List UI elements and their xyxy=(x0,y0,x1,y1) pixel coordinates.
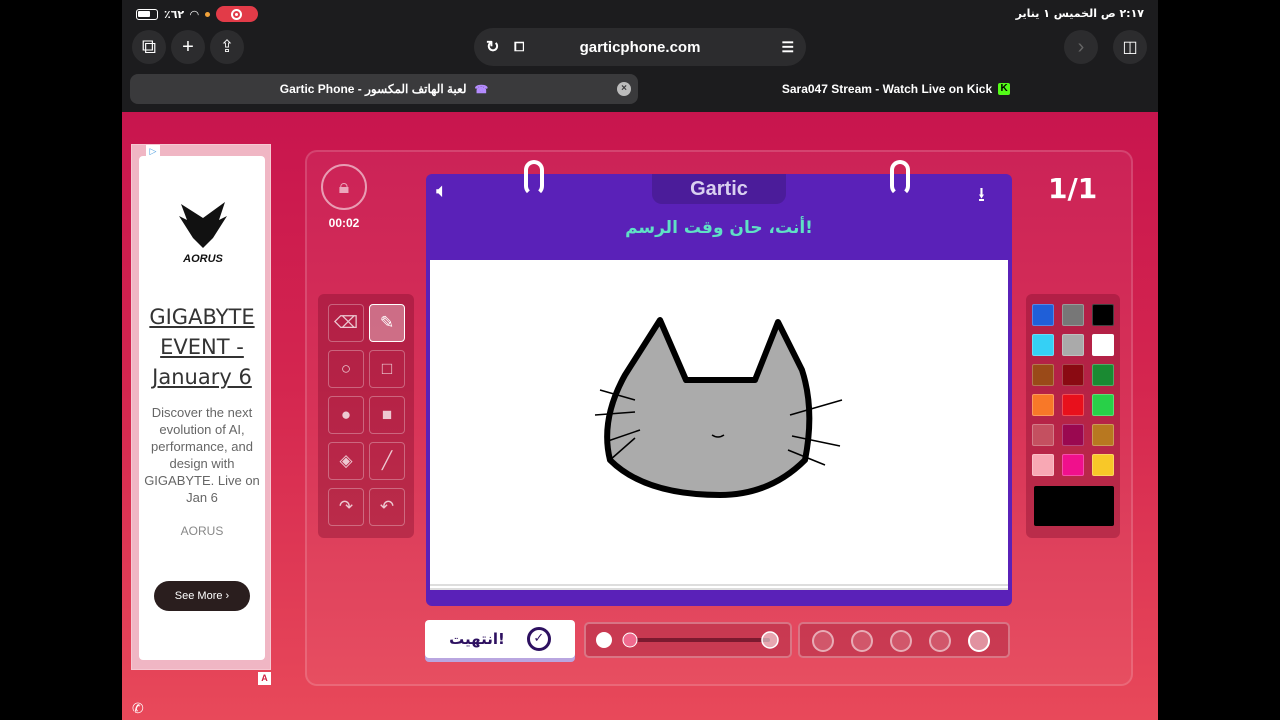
color-swatch[interactable] xyxy=(1032,304,1054,326)
color-swatch[interactable] xyxy=(1032,424,1054,446)
pencil-icon[interactable]: ✎ xyxy=(369,304,405,342)
color-swatch[interactable] xyxy=(1092,304,1114,326)
status-time: ٢:١٧ ص الخميس ١ يناير xyxy=(1015,7,1144,20)
aorus-logo-icon: AORUS xyxy=(179,202,227,265)
bucket-icon[interactable]: ◈ xyxy=(328,442,364,480)
tab-label: Sara047 Stream - Watch Live on Kick xyxy=(781,82,993,96)
redo-icon[interactable]: ↷ xyxy=(328,488,364,526)
board-header: Gartic أنت، حان وقت الرسم! 🔈︎ ⭳ xyxy=(426,174,1012,256)
circle-fill-icon[interactable]: ● xyxy=(328,396,364,434)
color-swatch[interactable] xyxy=(1062,334,1084,356)
prompt-text: أنت، حان وقت الرسم! xyxy=(625,218,813,238)
color-swatch[interactable] xyxy=(1092,424,1114,446)
color-swatch[interactable] xyxy=(1032,364,1054,386)
extension-icon[interactable]: ⧠ xyxy=(514,39,524,55)
done-button[interactable]: انتهيت! ✓ xyxy=(425,620,575,658)
tab-strip: Gartic Phone - لعبة الهاتف المكسور ☎ × S… xyxy=(130,74,1150,104)
close-tab-icon[interactable]: × xyxy=(617,82,631,96)
color-swatch[interactable] xyxy=(1092,454,1114,476)
thickness-slider[interactable] xyxy=(584,622,792,658)
ad-banner[interactable]: ▷ AORUS GIGABYTE EVENT - January 6 Disco… xyxy=(131,144,271,670)
browser-toolbar: ⧉ + ⇪ ↻ ⧠ garticphone.com ☰ › ◫ xyxy=(122,28,1158,68)
brush-size-xl[interactable] xyxy=(812,630,834,652)
color-swatch[interactable] xyxy=(1062,364,1084,386)
tab-kick[interactable]: Sara047 Stream - Watch Live on Kick K xyxy=(642,74,1150,104)
mic-indicator xyxy=(204,11,210,17)
drawing-canvas[interactable] xyxy=(430,260,1008,590)
color-swatch[interactable] xyxy=(1062,424,1084,446)
wifi-icon: ◠ xyxy=(190,7,199,21)
binder-ring-icon xyxy=(890,160,910,196)
download-icon[interactable]: ⭳ xyxy=(978,180,985,214)
ad-marker-icon: A xyxy=(258,672,271,685)
brush-size-l[interactable] xyxy=(851,630,873,652)
color-swatch[interactable] xyxy=(1092,334,1114,356)
reload-icon[interactable]: ↻ xyxy=(486,37,499,57)
color-swatch[interactable] xyxy=(1032,334,1054,356)
eraser-icon[interactable]: ⌫ xyxy=(328,304,364,342)
timer: 00:02 xyxy=(328,216,360,230)
square-fill-icon[interactable]: ■ xyxy=(369,396,405,434)
ad-brand: AORUS xyxy=(180,524,224,538)
color-swatch[interactable] xyxy=(1062,304,1084,326)
check-icon: ✓ xyxy=(526,627,551,651)
ad-content: AORUS GIGABYTE EVENT - January 6 Discove… xyxy=(139,156,265,660)
brush-size-bar xyxy=(798,622,1010,658)
binder-ring-icon xyxy=(524,160,544,196)
board-body xyxy=(426,256,1012,606)
ad-title[interactable]: GIGABYTE EVENT - January 6 xyxy=(139,302,265,392)
tab-gartic[interactable]: Gartic Phone - لعبة الهاتف المكسور ☎ × xyxy=(130,74,638,104)
status-bar: ٪٦٢ ◠ ٢:١٧ ص الخميس ١ يناير xyxy=(122,0,1158,28)
cat-drawing xyxy=(594,317,843,498)
sound-icon[interactable]: 🔈︎ xyxy=(436,180,448,203)
battery-icon xyxy=(136,8,158,20)
screen-record-icon[interactable] xyxy=(215,6,258,22)
status-left: ٪٦٢ ◠ xyxy=(136,6,258,22)
kick-favicon-icon: K xyxy=(998,83,1011,95)
color-palette xyxy=(1026,294,1120,538)
gartic-page: ▷ AORUS GIGABYTE EVENT - January 6 Disco… xyxy=(122,112,1158,720)
color-swatch[interactable] xyxy=(1032,454,1054,476)
svg-text:AORUS: AORUS xyxy=(182,253,223,265)
reader-icon[interactable]: ☰ xyxy=(781,39,794,56)
brush-size-m[interactable] xyxy=(890,630,912,652)
drawing-board: Gartic أنت، حان وقت الرسم! 🔈︎ ⭳ xyxy=(426,160,1012,606)
brush-size-xs[interactable] xyxy=(968,630,990,652)
share-icon[interactable]: ⇪ xyxy=(210,30,244,64)
color-swatch[interactable] xyxy=(1032,394,1054,416)
tab-label: Gartic Phone - لعبة الهاتف المكسور xyxy=(279,82,467,96)
phone-icon: ✆ xyxy=(132,700,144,716)
gartic-logo: Gartic xyxy=(652,174,786,204)
undo-icon[interactable]: ↶ xyxy=(369,488,405,526)
color-swatch[interactable] xyxy=(1092,394,1114,416)
see-more-button[interactable]: See More › xyxy=(154,581,250,611)
current-color xyxy=(1034,486,1114,526)
color-swatch[interactable] xyxy=(1062,454,1084,476)
new-tab-icon[interactable]: + xyxy=(171,30,205,64)
sidebar-icon[interactable]: ◫ xyxy=(1113,30,1147,64)
battery-level: ٪٦٢ xyxy=(164,7,185,21)
brush-size-s[interactable] xyxy=(929,630,951,652)
tool-panel: ⌫ ✎ ○ □ ● ■ ◈ ╱ ↷ ↶ xyxy=(318,294,414,538)
circle-outline-icon[interactable]: ○ xyxy=(328,350,364,388)
ipad-screen: ٪٦٢ ◠ ٢:١٧ ص الخميس ١ يناير ⧉ + ⇪ ↻ ⧠ ga… xyxy=(122,0,1158,720)
done-label: انتهيت! xyxy=(449,630,505,648)
thickness-track[interactable] xyxy=(586,624,790,656)
lock-icon: 🔒︎ xyxy=(321,164,367,210)
gartic-favicon-icon: ☎ xyxy=(474,83,489,96)
tabs-overview-icon[interactable]: ⧉ xyxy=(132,30,166,64)
url-text: garticphone.com xyxy=(579,38,701,56)
color-swatch[interactable] xyxy=(1062,394,1084,416)
address-bar[interactable]: ↻ ⧠ garticphone.com ☰ xyxy=(474,28,806,66)
line-icon[interactable]: ╱ xyxy=(369,442,405,480)
ad-description: Discover the next evolution of AI, perfo… xyxy=(144,405,260,505)
round-counter: 1/1 xyxy=(1048,172,1098,205)
color-swatch[interactable] xyxy=(1092,364,1114,386)
forward-icon[interactable]: › xyxy=(1064,30,1098,64)
square-outline-icon[interactable]: □ xyxy=(369,350,405,388)
